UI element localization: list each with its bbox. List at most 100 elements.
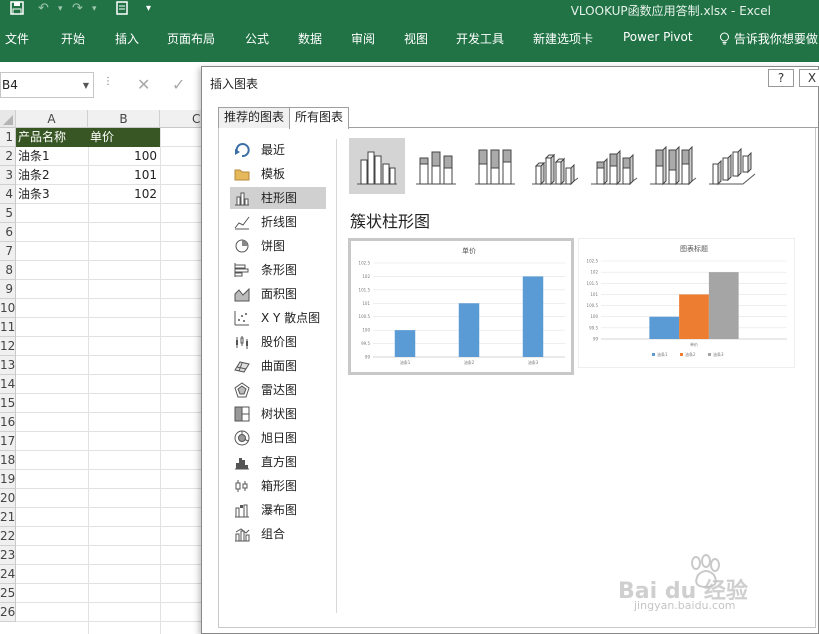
category-column-chart[interactable]: 柱形图 bbox=[230, 187, 326, 209]
undo-dropdown-icon[interactable]: ▾ bbox=[58, 4, 63, 14]
row-header[interactable]: 10 bbox=[0, 299, 16, 318]
row-header[interactable]: 3 bbox=[0, 166, 16, 185]
row-header[interactable]: 9 bbox=[0, 280, 16, 299]
row-header[interactable]: 23 bbox=[0, 546, 16, 565]
cell-price[interactable]: 100 bbox=[88, 147, 160, 166]
tab-formulas[interactable]: 公式 bbox=[245, 30, 269, 47]
category-label: 曲面图 bbox=[261, 359, 298, 373]
cell-product[interactable]: 油条3 bbox=[16, 185, 88, 204]
cell-price[interactable]: 102 bbox=[88, 185, 160, 204]
customize-toolbar-icon[interactable]: ▾ bbox=[146, 3, 151, 14]
cell-product[interactable]: 油条2 bbox=[16, 166, 88, 185]
subtype-3d-column[interactable] bbox=[703, 138, 759, 194]
category-area-chart[interactable]: 面积图 bbox=[230, 283, 326, 305]
subtype-3d-clustered-column[interactable] bbox=[526, 138, 582, 194]
drag-handle-icon[interactable]: ⋮ bbox=[103, 76, 113, 87]
row-header[interactable]: 20 bbox=[0, 489, 16, 508]
row-header[interactable]: 2 bbox=[0, 147, 16, 166]
help-button[interactable]: ? bbox=[768, 69, 794, 87]
category-sunburst-chart[interactable]: 旭日图 bbox=[230, 427, 326, 449]
undo-icon[interactable]: ↶ bbox=[38, 1, 49, 16]
category-pie-chart[interactable]: 饼图 bbox=[230, 235, 326, 257]
row-header[interactable]: 8 bbox=[0, 261, 16, 280]
category-line-chart[interactable]: 折线图 bbox=[230, 211, 326, 233]
row-header[interactable]: 16 bbox=[0, 413, 16, 432]
tab-page-layout[interactable]: 页面布局 bbox=[167, 30, 215, 47]
row-header[interactable]: 26 bbox=[0, 603, 16, 622]
category-label: 最近 bbox=[261, 143, 286, 157]
tab-power-pivot[interactable]: Power Pivot bbox=[623, 30, 693, 44]
column-header-c[interactable]: C bbox=[160, 110, 205, 128]
tell-me-box[interactable]: 告诉我你想要做 bbox=[719, 30, 818, 47]
category-folder[interactable]: 模板 bbox=[230, 163, 326, 185]
tab-recommended-charts[interactable]: 推荐的图表 bbox=[218, 107, 291, 128]
confirm-icon[interactable]: ✓ bbox=[172, 75, 185, 94]
tab-home[interactable]: 开始 bbox=[61, 30, 85, 47]
tab-all-charts[interactable]: 所有图表 bbox=[289, 107, 350, 129]
title-bar: ↶ ▾ ↷ ▾ ▾ VLOOKUP函数应用答制.xlsx - Excel bbox=[0, 0, 819, 20]
category-combo-chart[interactable]: 组合 bbox=[230, 523, 326, 545]
row-header[interactable]: 18 bbox=[0, 451, 16, 470]
row-header[interactable]: 22 bbox=[0, 527, 16, 546]
subtype-stacked-column[interactable] bbox=[408, 138, 464, 194]
chart-preview-1[interactable]: 单价 99 99.5 100 100.5 101 101.5 102 102.5 油条1 油条2 油条… bbox=[348, 238, 574, 375]
subtype-clustered-column[interactable] bbox=[349, 138, 405, 194]
tab-data[interactable]: 数据 bbox=[298, 30, 322, 47]
row-header[interactable]: 11 bbox=[0, 318, 16, 337]
tab-review[interactable]: 审阅 bbox=[351, 30, 375, 47]
y-tick-label: 99.5 bbox=[589, 325, 598, 330]
row-header[interactable]: 15 bbox=[0, 394, 16, 413]
save-icon[interactable] bbox=[10, 1, 24, 19]
row-header[interactable]: 1 bbox=[0, 128, 16, 147]
redo-dropdown-icon[interactable]: ▾ bbox=[92, 4, 97, 14]
row-header[interactable]: 25 bbox=[0, 584, 16, 603]
subtype-100-stacked-column[interactable] bbox=[467, 138, 523, 194]
tab-new-tab[interactable]: 新建选项卡 bbox=[533, 30, 593, 47]
row-header[interactable]: 13 bbox=[0, 356, 16, 375]
tab-developer[interactable]: 开发工具 bbox=[456, 30, 504, 47]
redo-icon[interactable]: ↷ bbox=[72, 1, 83, 16]
header-cell-price[interactable]: 单价 bbox=[88, 128, 160, 147]
y-tick-label: 101.5 bbox=[359, 287, 371, 292]
row-header[interactable]: 7 bbox=[0, 242, 16, 261]
table-row bbox=[16, 394, 205, 413]
cancel-icon[interactable]: ✕ bbox=[137, 75, 150, 94]
close-button[interactable]: X bbox=[799, 69, 819, 87]
row-header[interactable]: 19 bbox=[0, 470, 16, 489]
cell-product[interactable]: 油条1 bbox=[16, 147, 88, 166]
tab-file[interactable]: 文件 bbox=[5, 30, 29, 47]
category-waterfall-chart[interactable]: 瀑布图 bbox=[230, 499, 326, 521]
category-bar-chart[interactable]: 条形图 bbox=[230, 259, 326, 281]
row-header[interactable]: 21 bbox=[0, 508, 16, 527]
row-header[interactable]: 24 bbox=[0, 565, 16, 584]
chevron-down-icon[interactable]: ▼ bbox=[83, 81, 89, 90]
category-box-whisker-chart[interactable]: 箱形图 bbox=[230, 475, 326, 497]
row-header[interactable]: 6 bbox=[0, 223, 16, 242]
subtype-3d-100-stacked-column[interactable] bbox=[644, 138, 700, 194]
select-all-corner[interactable] bbox=[0, 110, 16, 128]
category-scatter-chart[interactable]: X Y 散点图 bbox=[230, 307, 326, 329]
subtype-3d-stacked-column[interactable] bbox=[585, 138, 641, 194]
category-recent[interactable]: 最近 bbox=[230, 139, 326, 161]
category-histogram-chart[interactable]: 直方图 bbox=[230, 451, 326, 473]
category-treemap-chart[interactable]: 树状图 bbox=[230, 403, 326, 425]
category-radar-chart[interactable]: 雷达图 bbox=[230, 379, 326, 401]
category-stock-chart[interactable]: 股价图 bbox=[230, 331, 326, 353]
row-header[interactable]: 4 bbox=[0, 185, 16, 204]
document-icon[interactable] bbox=[116, 1, 128, 19]
category-surface-chart[interactable]: 曲面图 bbox=[230, 355, 326, 377]
row-header[interactable]: 12 bbox=[0, 337, 16, 356]
row-header[interactable]: 5 bbox=[0, 204, 16, 223]
column-header-a[interactable]: A bbox=[16, 110, 88, 128]
y-tick-label: 100.5 bbox=[359, 314, 371, 319]
row-header[interactable]: 14 bbox=[0, 375, 16, 394]
cell-price[interactable]: 101 bbox=[88, 166, 160, 185]
chart-preview-2[interactable]: 图表标题 99 99.5 100 100.5 101 101.5 102 102.5 单价 油条1 油… bbox=[578, 238, 795, 368]
3d-stacked-column-icon bbox=[591, 149, 638, 186]
name-box[interactable]: B4 ▼ bbox=[0, 72, 94, 98]
tab-view[interactable]: 视图 bbox=[404, 30, 428, 47]
header-cell-product[interactable]: 产品名称 bbox=[16, 128, 88, 147]
row-header[interactable]: 17 bbox=[0, 432, 16, 451]
tab-insert[interactable]: 插入 bbox=[115, 30, 139, 47]
column-header-b[interactable]: B bbox=[88, 110, 160, 128]
